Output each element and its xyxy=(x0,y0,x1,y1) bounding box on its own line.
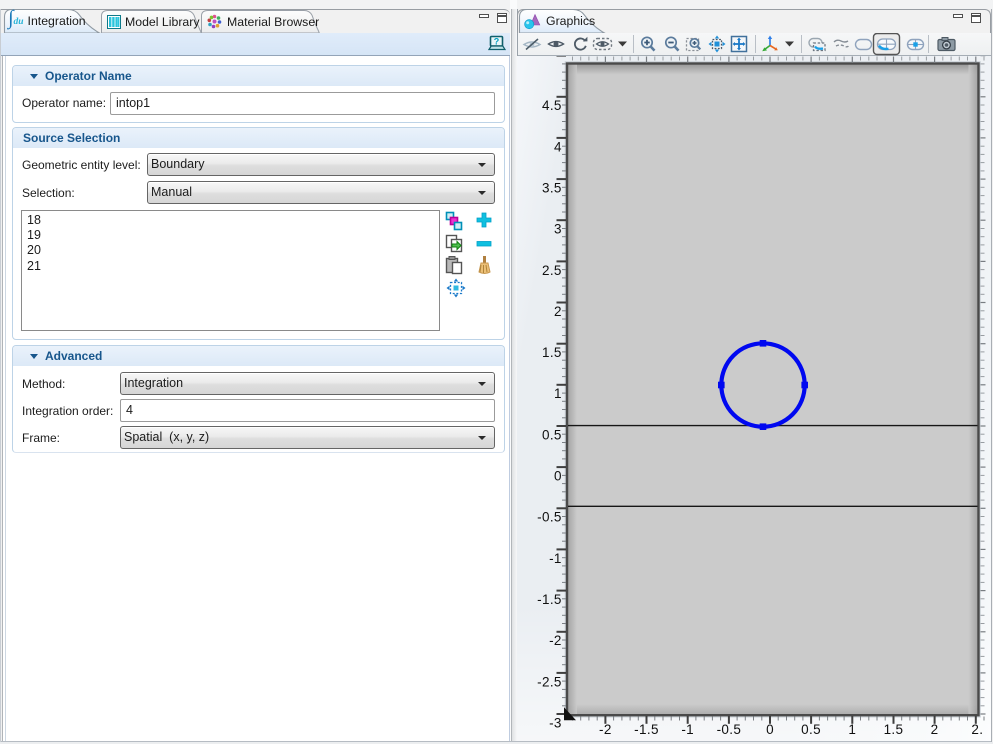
svg-text:2: 2 xyxy=(554,304,562,319)
svg-text:3.5: 3.5 xyxy=(542,181,562,196)
svg-text:1: 1 xyxy=(848,722,856,737)
svg-text:-1.5: -1.5 xyxy=(537,592,562,607)
svg-text:-0.5: -0.5 xyxy=(717,722,742,737)
svg-text:-1: -1 xyxy=(549,551,562,566)
svg-text:2.: 2. xyxy=(971,722,983,737)
svg-text:-2: -2 xyxy=(549,633,562,648)
svg-text:1.5: 1.5 xyxy=(542,345,562,360)
svg-text:2.5: 2.5 xyxy=(542,263,562,278)
svg-text:1.5: 1.5 xyxy=(884,722,904,737)
svg-text:0: 0 xyxy=(554,469,562,484)
svg-text:-1.5: -1.5 xyxy=(634,722,659,737)
svg-text:-2: -2 xyxy=(599,722,612,737)
svg-text:-3: -3 xyxy=(549,715,562,730)
svg-text:?: ? xyxy=(494,37,500,47)
svg-text:4.5: 4.5 xyxy=(542,98,562,113)
svg-text:-1: -1 xyxy=(681,722,694,737)
svg-text:0.5: 0.5 xyxy=(542,427,562,442)
svg-text:0.5: 0.5 xyxy=(801,722,821,737)
svg-text:3: 3 xyxy=(554,222,562,237)
svg-text:2: 2 xyxy=(931,722,939,737)
svg-text:-0.5: -0.5 xyxy=(537,510,562,525)
svg-text:-2.5: -2.5 xyxy=(537,674,562,689)
svg-text:0: 0 xyxy=(766,722,774,737)
svg-text:1: 1 xyxy=(554,386,562,401)
svg-text:4: 4 xyxy=(554,139,562,154)
